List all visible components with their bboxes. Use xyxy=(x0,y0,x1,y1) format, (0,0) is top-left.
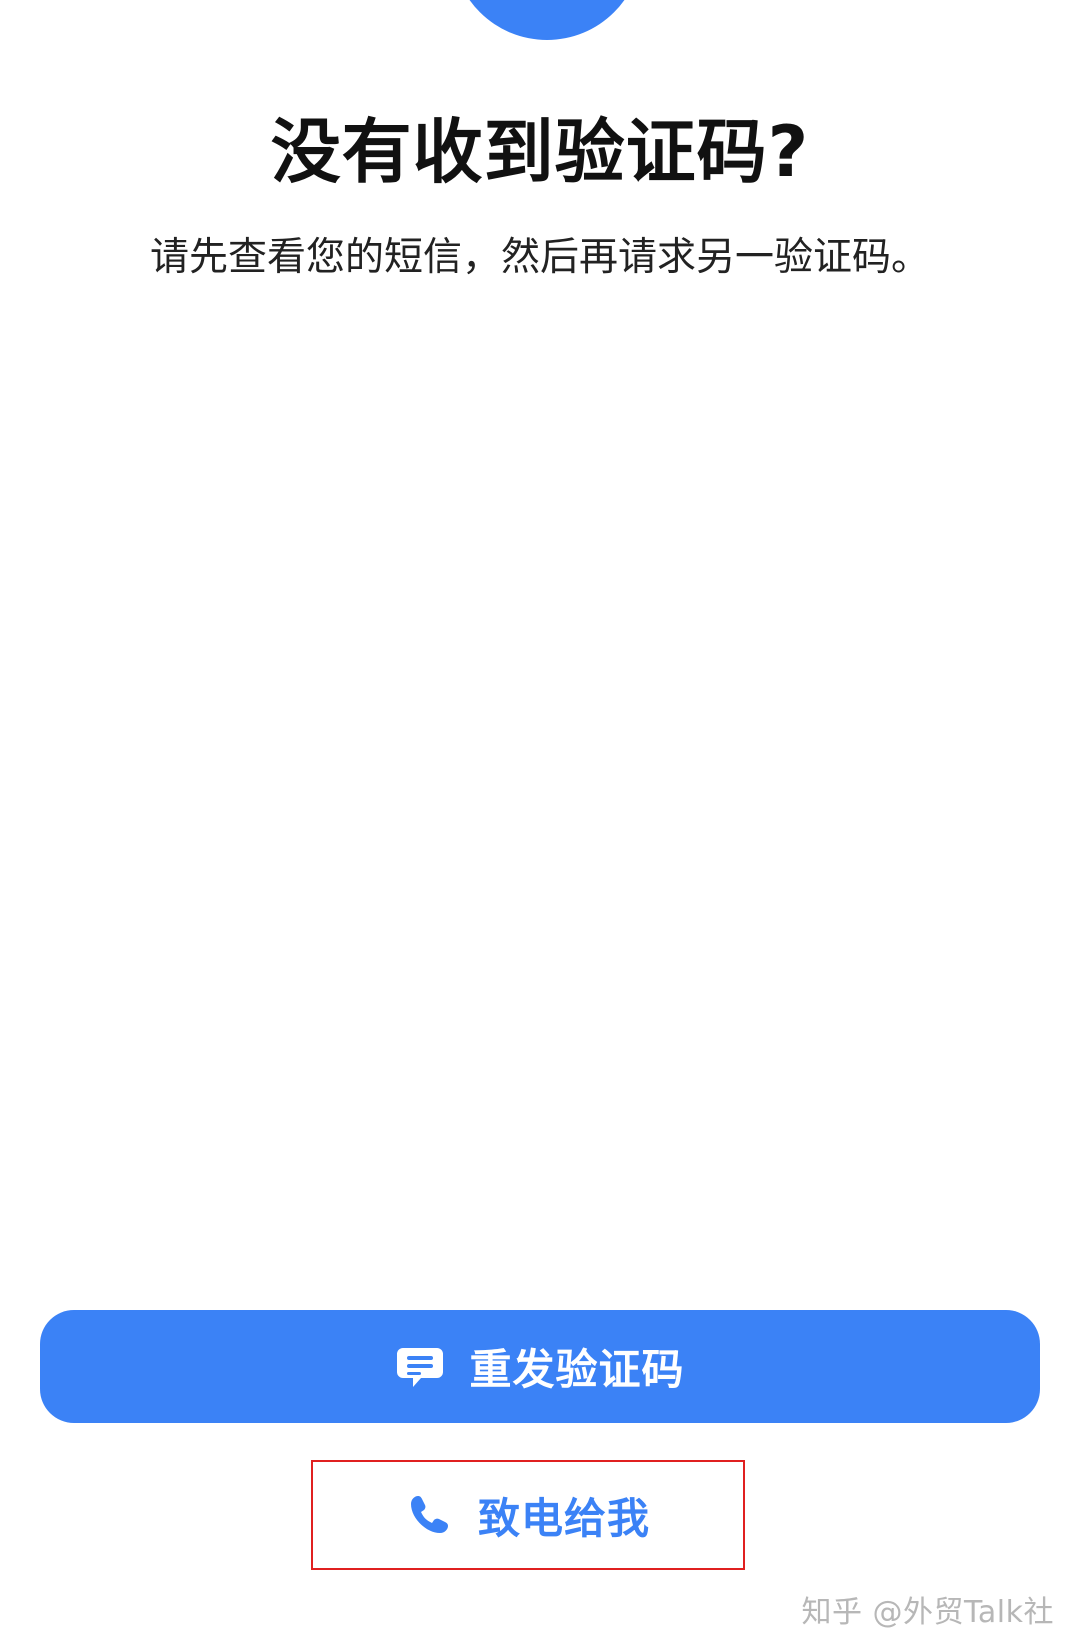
resend-code-label: 重发验证码 xyxy=(469,1345,685,1394)
watermark-text: 知乎 @外贸Talk社 xyxy=(801,1595,1054,1630)
page-title: 没有收到验证码? xyxy=(270,111,810,193)
page-subtitle: 请先查看您的短信，然后再请求另一验证码。 xyxy=(149,235,930,280)
resend-code-button[interactable]: 重发验证码 xyxy=(40,1310,1040,1423)
message-bubble-icon xyxy=(395,1342,445,1392)
call-me-button[interactable]: 致电给我 xyxy=(311,1460,745,1570)
phone-icon xyxy=(406,1492,452,1538)
top-circle-graphic xyxy=(452,0,642,40)
call-me-label: 致电给我 xyxy=(477,1493,650,1543)
